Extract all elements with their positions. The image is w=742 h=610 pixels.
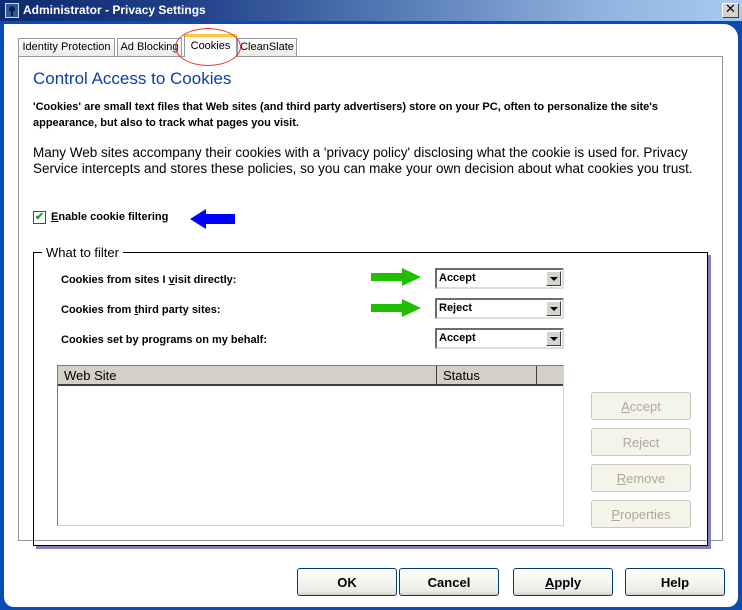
close-icon: ✕ <box>725 2 736 17</box>
website-list[interactable]: Web Site Status <box>57 365 564 526</box>
column-header-status[interactable]: Status <box>437 366 537 384</box>
ok-button[interactable]: OK <box>297 568 397 596</box>
enable-cookie-filtering-label[interactable]: Enable cookie filtering <box>51 211 168 223</box>
tab-ad-blocking[interactable]: Ad Blocking <box>117 38 182 56</box>
selected-value: Reject <box>439 302 473 314</box>
label-text: ccept <box>629 399 661 414</box>
tab-cleanslate[interactable]: CleanSlate <box>237 38 297 56</box>
programs-label: Cookies set by programs on my behalf: <box>61 334 267 346</box>
properties-button[interactable]: Properties <box>591 500 691 528</box>
label-text: isit directly: <box>174 274 237 286</box>
label-text: Cookies from sites I <box>61 274 169 286</box>
third-party-sites-label: Cookies from third party sites: <box>61 304 221 316</box>
tab-label: Identity Protection <box>22 41 111 53</box>
label-text: nable cookie filtering <box>58 211 169 223</box>
page-title: Control Access to Cookies <box>33 69 232 88</box>
dropdown-arrow-icon[interactable] <box>546 331 561 346</box>
cancel-button[interactable]: Cancel <box>399 568 499 596</box>
help-button[interactable]: Help <box>625 568 725 596</box>
label-text: pply <box>554 575 582 590</box>
tab-identity-protection[interactable]: Identity Protection <box>18 38 115 56</box>
blue-arrow-annotation <box>190 209 235 229</box>
direct-sites-label: Cookies from sites I visit directly: <box>61 274 236 286</box>
keyhole-icon <box>5 3 19 18</box>
mnemonic: P <box>611 507 621 522</box>
green-arrow-shape <box>371 268 421 286</box>
label-text: roperties <box>620 507 671 522</box>
label-text: Cookies from <box>61 304 135 316</box>
dropdown-arrow-icon[interactable] <box>546 301 561 316</box>
dropdown-arrow-icon[interactable] <box>546 271 561 286</box>
label-text: Reject <box>622 435 660 450</box>
checkmark-icon: ✔ <box>34 211 45 223</box>
mnemonic: A <box>621 399 630 414</box>
label-text: Cookies set by programs on my behalf: <box>61 334 267 346</box>
direct-sites-select[interactable]: Accept <box>435 268 564 289</box>
reject-button[interactable]: Reject <box>591 428 691 456</box>
enable-cookie-filtering-checkbox[interactable]: ✔ <box>33 211 46 224</box>
cookies-description: 'Cookies' are small text files that Web … <box>33 101 659 129</box>
tab-label: Ad Blocking <box>120 41 179 53</box>
selected-value: Accept <box>439 332 476 344</box>
blue-arrow-shape <box>190 209 235 229</box>
column-header-filler <box>537 366 563 384</box>
programs-select[interactable]: Accept <box>435 328 564 349</box>
apply-button[interactable]: Apply <box>513 568 613 596</box>
window-title: Administrator - Privacy Settings <box>23 3 206 17</box>
label-text: hird party sites: <box>138 304 221 316</box>
column-header-web-site[interactable]: Web Site <box>58 366 437 384</box>
privacy-policy-description: Many Web sites accompany their cookies w… <box>33 145 693 176</box>
list-header: Web Site Status <box>58 366 563 386</box>
accept-button[interactable]: Accept <box>591 392 691 420</box>
label-text: emove <box>626 471 666 486</box>
selected-value: Accept <box>439 272 476 284</box>
close-button[interactable]: ✕ <box>722 3 739 18</box>
third-party-sites-select[interactable]: Reject <box>435 298 564 319</box>
green-arrow-annotation <box>371 299 421 317</box>
mnemonic: A <box>544 575 555 590</box>
tab-label: Cookies <box>190 40 231 52</box>
what-to-filter-legend: What to filter <box>42 245 123 260</box>
green-arrow-annotation <box>371 268 421 286</box>
remove-button[interactable]: Remove <box>591 464 691 492</box>
mnemonic: R <box>616 471 627 486</box>
tab-cookies[interactable]: Cookies <box>184 34 237 57</box>
green-arrow-shape <box>371 299 421 317</box>
tab-label: CleanSlate <box>240 41 294 53</box>
title-bar[interactable]: Administrator - Privacy Settings ✕ <box>0 0 742 21</box>
